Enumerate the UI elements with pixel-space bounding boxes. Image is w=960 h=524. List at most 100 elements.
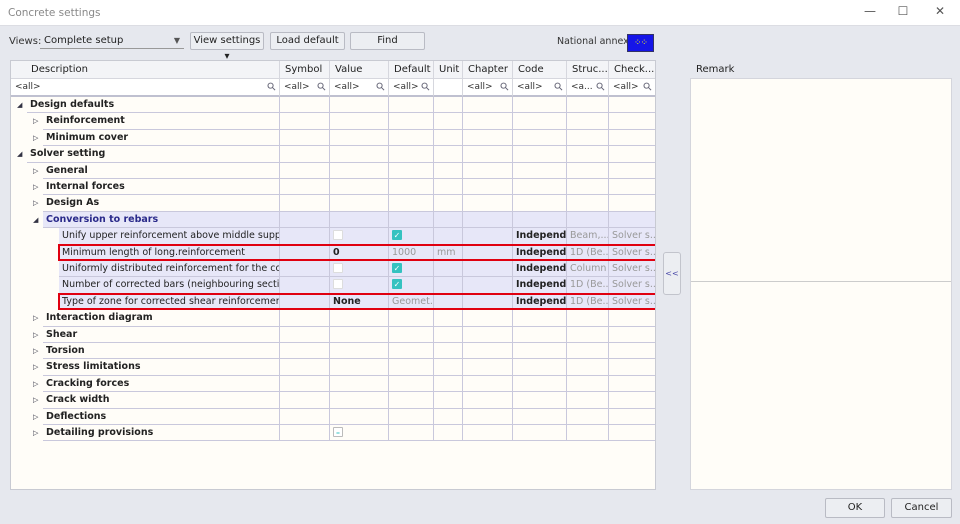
table-row[interactable]: Type of zone for corrected shear reinfor… [11, 293, 655, 311]
filter-4[interactable] [434, 79, 463, 97]
table-row[interactable]: ▷ Detailing provisions – [11, 425, 655, 442]
expand-icon[interactable]: ▷ [33, 179, 38, 195]
checkbox[interactable] [333, 230, 343, 241]
filter-8[interactable]: <all> ⚲ [609, 79, 655, 97]
search-icon[interactable]: ⚲ [550, 79, 566, 95]
search-icon[interactable]: ⚲ [496, 79, 512, 95]
collapse-icon[interactable]: ◢ [17, 97, 22, 113]
cell-value[interactable] [330, 375, 389, 393]
table-row[interactable]: ▷ Stress limitations [11, 359, 655, 376]
expand-icon[interactable]: ▷ [33, 376, 38, 392]
load-default-button[interactable]: Load default [270, 32, 345, 50]
table-row[interactable]: Uniformly distributed reinforcement for … [11, 261, 655, 278]
expand-icon[interactable]: ▷ [33, 163, 38, 179]
collapse-panel-button[interactable]: << [663, 252, 681, 295]
cell-value[interactable] [330, 392, 389, 409]
settings-grid[interactable]: Description <all> ⚲ Symbol <all> ⚲ Value <all> ⚲… [10, 60, 656, 490]
cell-value[interactable] [330, 408, 389, 425]
cell-value[interactable] [330, 162, 389, 179]
expand-icon[interactable]: ▷ [33, 195, 38, 211]
filter-3[interactable]: <all> ⚲ [389, 79, 434, 97]
column-header-0[interactable]: Description [11, 61, 280, 79]
close-button[interactable]: ✕ [930, 4, 950, 22]
maximize-button[interactable]: ☐ [893, 4, 913, 22]
find-button[interactable]: Find [350, 32, 425, 50]
cell-value[interactable]: – [330, 425, 389, 442]
collapse-icon[interactable]: ◢ [33, 212, 38, 228]
filter-5[interactable]: <all> ⚲ [463, 79, 513, 97]
table-row[interactable]: Minimum length of long.reinforcement 0 100… [11, 244, 655, 261]
cell-value[interactable] [330, 113, 389, 130]
cancel-button[interactable]: Cancel [891, 498, 952, 518]
filter-7[interactable]: <a... ⚲ [567, 79, 609, 97]
cell-value[interactable]: None [330, 293, 389, 311]
table-row[interactable]: ▷ Cracking forces [11, 375, 655, 393]
table-row[interactable]: ▷ Deflections [11, 408, 655, 425]
column-header-1[interactable]: Symbol [280, 61, 330, 79]
cell-value[interactable] [330, 195, 389, 212]
cell-value[interactable] [330, 261, 389, 278]
views-dropdown[interactable]: Complete setup ▼ [40, 33, 184, 49]
expand-icon[interactable]: ▷ [33, 425, 38, 441]
search-icon[interactable]: ⚲ [313, 79, 329, 95]
expand-icon[interactable]: ▷ [33, 113, 38, 129]
table-row[interactable]: Unify upper reinforcement above middle s… [11, 228, 655, 245]
cell-value[interactable]: 0 [330, 244, 389, 261]
expand-icon[interactable]: ▷ [33, 409, 38, 425]
indeterminate-checkbox[interactable]: – [333, 427, 343, 437]
collapse-icon[interactable]: ◢ [17, 146, 22, 162]
column-header-5[interactable]: Chapter [463, 61, 513, 79]
expand-icon[interactable]: ▷ [33, 310, 38, 326]
expand-icon[interactable]: ▷ [33, 392, 38, 408]
table-row[interactable]: ▷ Reinforcement [11, 113, 655, 130]
cell-value[interactable] [330, 146, 389, 163]
search-icon[interactable]: ⚲ [417, 79, 433, 95]
cell-value[interactable] [330, 310, 389, 327]
table-row[interactable]: ▷ Internal forces [11, 179, 655, 196]
table-row[interactable]: ▷ Torsion [11, 343, 655, 360]
cell-value[interactable] [330, 359, 389, 376]
table-row[interactable]: ▷ Shear [11, 326, 655, 343]
column-header-6[interactable]: Code [513, 61, 567, 79]
cell-value[interactable] [330, 343, 389, 360]
column-header-4[interactable]: Unit [434, 61, 463, 79]
view-settings-button[interactable]: View settings ▾ [190, 32, 264, 62]
table-row[interactable]: ◢ Design defaults [11, 97, 655, 114]
table-row[interactable]: ▷ Crack width [11, 392, 655, 409]
expand-icon[interactable]: ▷ [33, 327, 38, 343]
cell-value[interactable] [330, 211, 389, 229]
table-row[interactable]: ▷ Interaction diagram [11, 310, 655, 327]
search-icon[interactable]: ⚲ [592, 79, 608, 95]
column-header-3[interactable]: Default [389, 61, 434, 79]
table-row[interactable]: Number of corrected bars (neighbouring s… [11, 277, 655, 294]
filter-1[interactable]: <all> ⚲ [280, 79, 330, 97]
checkbox[interactable] [333, 263, 343, 273]
checkbox[interactable] [333, 279, 343, 290]
column-header-7[interactable]: Struc... [567, 61, 609, 79]
table-row[interactable]: ▷ General [11, 162, 655, 179]
filter-6[interactable]: <all> ⚲ [513, 79, 567, 97]
table-row[interactable]: ▷ Design As [11, 195, 655, 212]
minimize-button[interactable]: — [860, 4, 880, 22]
filter-2[interactable]: <all> ⚲ [330, 79, 389, 97]
filter-0[interactable]: <all> ⚲ [11, 79, 280, 97]
table-row[interactable]: ◢ Solver setting [11, 146, 655, 163]
cell-value[interactable] [330, 179, 389, 196]
cell-value[interactable] [330, 129, 389, 147]
expand-icon[interactable]: ▷ [33, 343, 38, 359]
table-row[interactable]: ◢ Conversion to rebars [11, 211, 655, 229]
cell-value[interactable] [330, 277, 389, 294]
cell-value[interactable] [330, 326, 389, 343]
search-icon[interactable]: ⚲ [639, 79, 655, 95]
column-header-2[interactable]: Value [330, 61, 389, 79]
table-row[interactable]: ▷ Minimum cover [11, 129, 655, 147]
search-icon[interactable]: ⚲ [372, 79, 388, 95]
search-icon[interactable]: ⚲ [263, 79, 279, 95]
expand-icon[interactable]: ▷ [33, 130, 38, 146]
cell-value[interactable] [330, 228, 389, 245]
ok-button[interactable]: OK [825, 498, 885, 518]
cell-value[interactable] [330, 97, 389, 114]
expand-icon[interactable]: ▷ [33, 359, 38, 375]
eu-flag-icon[interactable]: ⁘⁘ [627, 34, 654, 52]
remark-panel[interactable] [690, 78, 952, 490]
